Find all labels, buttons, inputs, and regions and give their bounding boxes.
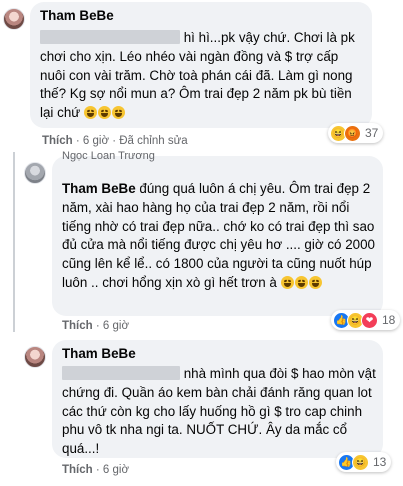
comment-author[interactable]: Tham BeBe	[62, 181, 136, 196]
haha-icon: 😆	[352, 453, 369, 471]
edited-label: Đã chỉnh sửa	[119, 135, 188, 147]
comment-author[interactable]: Tham BeBe	[62, 346, 136, 361]
rofl-emoji	[97, 106, 111, 120]
avatar[interactable]	[24, 346, 46, 368]
reaction-summary[interactable]: 👍 😆 13	[336, 452, 392, 472]
like-button[interactable]: Thích	[42, 135, 73, 147]
rofl-emoji	[111, 106, 125, 120]
rofl-emoji	[294, 275, 308, 289]
comment-text: Tham BeBe đúng quá luôn á chị yêu. Ôm tr…	[62, 180, 380, 293]
redacted-block	[40, 30, 180, 44]
quoted-name: Ngọc Loan Trương	[62, 150, 155, 162]
comment-bubble: Tham BeBe hì hì...pk vậy chứ. Chơi là pk…	[30, 2, 372, 128]
comment-meta: Thích · 6 giờ	[62, 464, 129, 476]
comment-bubble: Ngọc Loan Trương Tham BeBe đúng quá luôn…	[52, 150, 383, 316]
reaction-summary[interactable]: 😆 😡 37	[328, 123, 384, 143]
timestamp[interactable]: 6 giờ	[103, 464, 129, 476]
angry-icon: 😡	[344, 124, 361, 142]
like-button[interactable]: Thích	[62, 464, 93, 476]
comment-text: hì hì...pk vậy chứ. Chơi là pk chơi cho …	[40, 29, 365, 123]
redacted-block	[62, 366, 180, 380]
timestamp[interactable]: 6 giờ	[103, 320, 129, 332]
reaction-count: 13	[373, 455, 387, 469]
comment-meta: Thích · 6 giờ	[62, 320, 129, 332]
reaction-count: 37	[365, 126, 379, 140]
like-button[interactable]: Thích	[62, 320, 93, 332]
comment-text: nhà mình qua đòi $ hao mòn vật chứng đi.…	[62, 365, 380, 459]
rofl-emoji	[83, 106, 97, 120]
love-icon: ❤	[361, 311, 378, 329]
avatar[interactable]	[24, 162, 46, 184]
comment-meta: Thích · 6 giờ · Đã chỉnh sửa	[42, 135, 188, 147]
comment-author[interactable]: Tham BeBe	[40, 8, 114, 23]
avatar[interactable]	[3, 8, 25, 30]
thread-line	[13, 152, 15, 332]
comment-bubble: Tham BeBe nhà mình qua đòi $ hao mòn vật…	[52, 340, 383, 458]
reaction-count: 18	[382, 313, 396, 327]
reaction-summary[interactable]: 👍 😆 ❤ 18	[331, 310, 401, 330]
rofl-emoji	[280, 275, 294, 289]
timestamp[interactable]: 6 giờ	[83, 135, 109, 147]
comment-text-body: đúng quá luôn á chị yêu. Ôm trai đẹp 2 n…	[62, 181, 375, 290]
rofl-emoji	[308, 275, 322, 289]
